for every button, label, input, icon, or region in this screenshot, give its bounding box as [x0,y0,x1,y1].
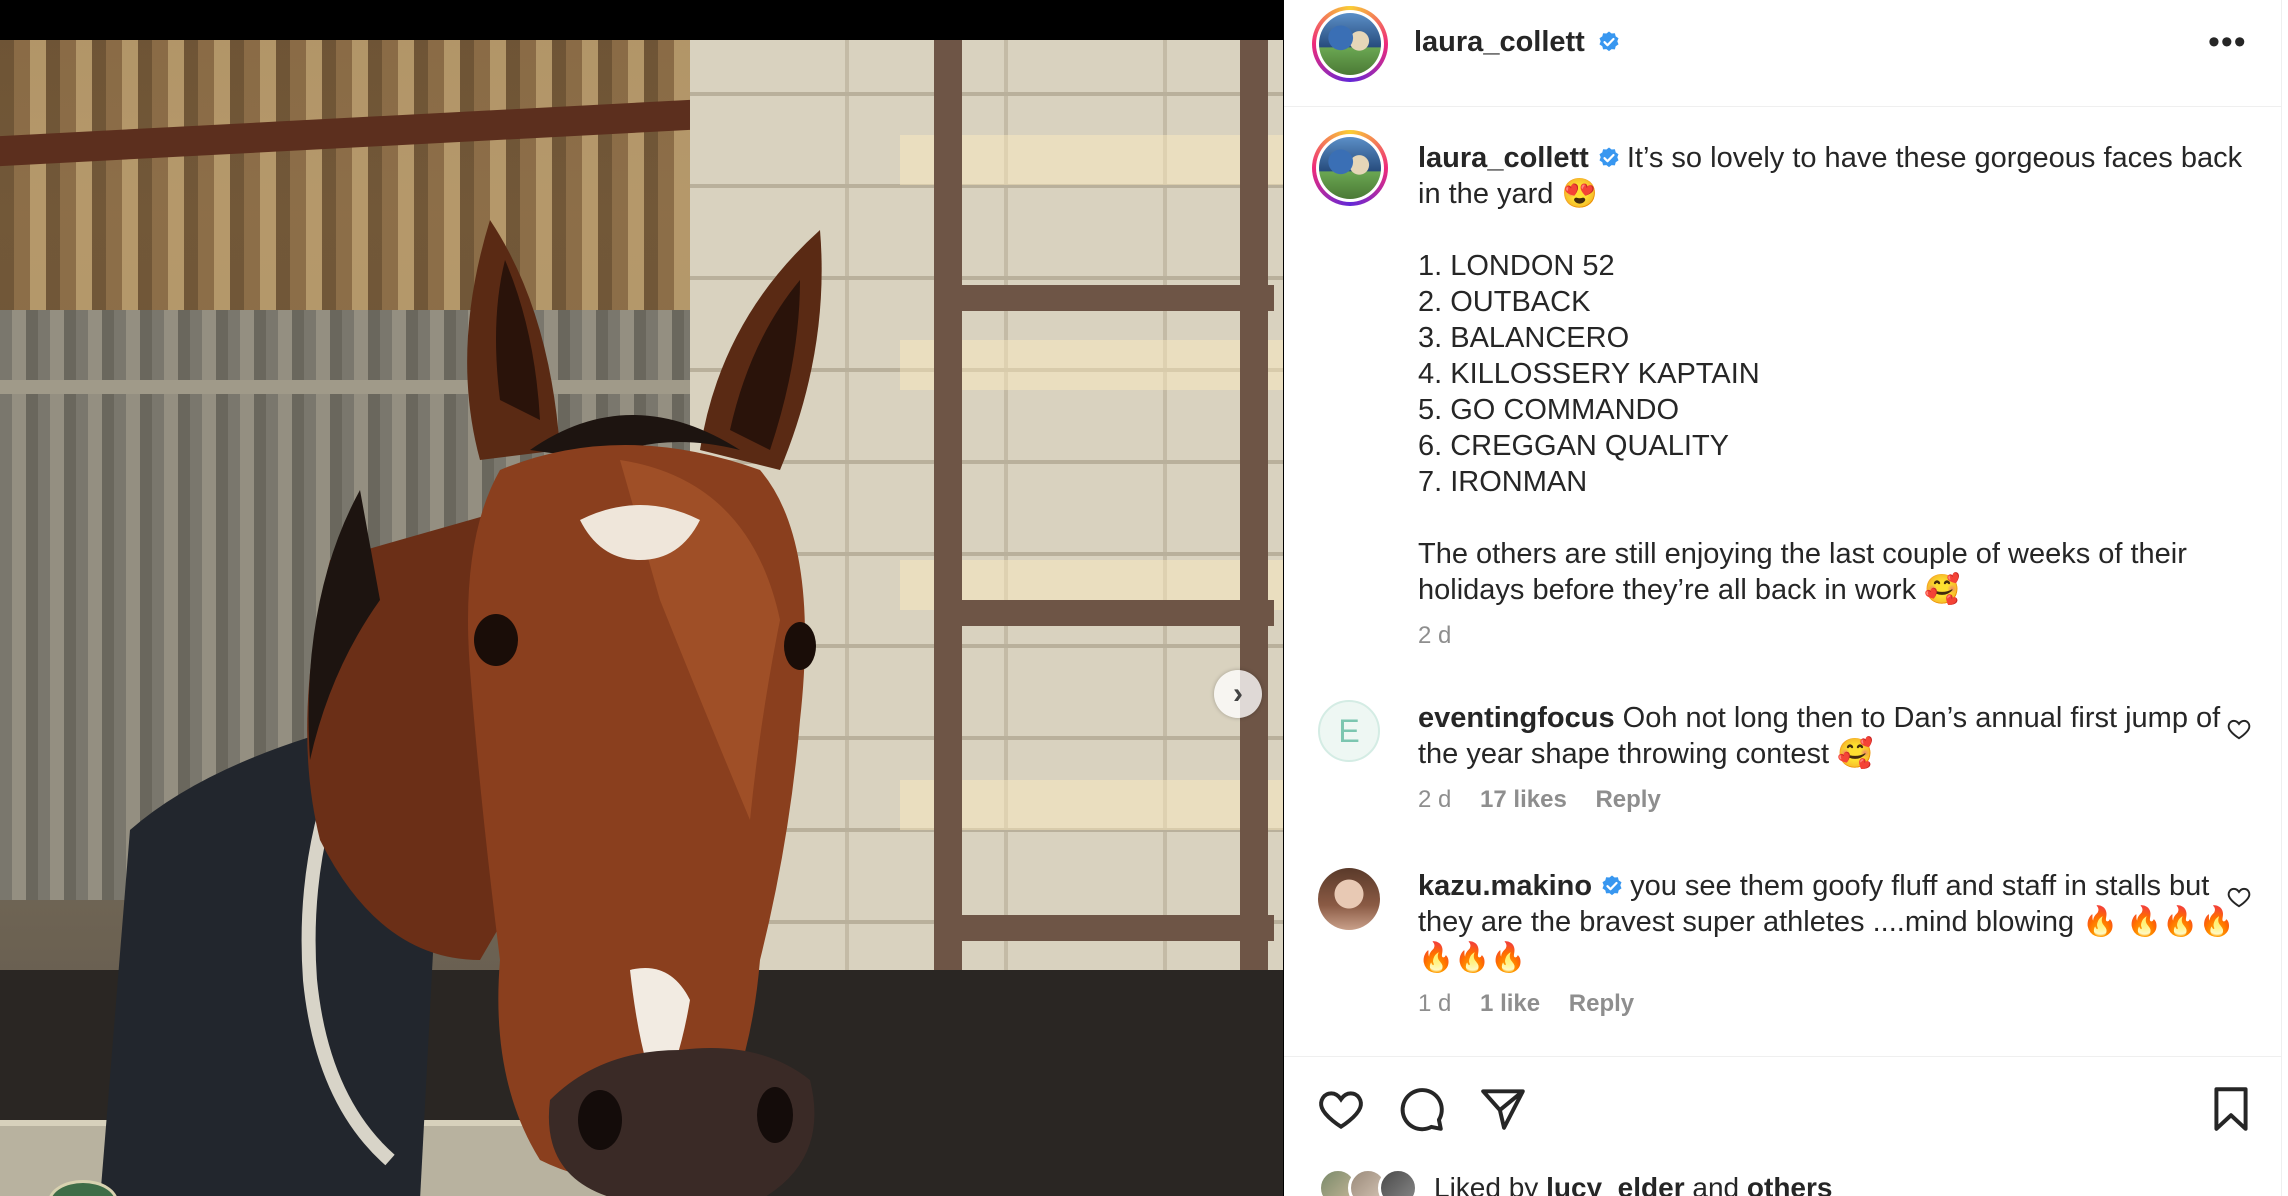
commenter-avatar[interactable] [1318,868,1380,930]
post-photo-horse-in-stable [0,40,1283,1196]
author-name-row: laura_collett [1414,26,1621,59]
bookmark-icon[interactable] [2206,1084,2256,1134]
liked-by-others-link[interactable]: others [1747,1172,1833,1196]
caption-list-item: 5. GO COMMANDO [1418,394,1680,426]
caption-timestamp[interactable]: 2 d [1418,622,2248,650]
comment-body: eventingfocus Ooh not long then to Dan’s… [1418,700,2248,772]
caption-list-item: 4. KILLOSSERY KAPTAIN [1418,358,1760,390]
comment-reply-button[interactable]: Reply [1569,990,1634,1017]
comment-bubble-icon[interactable] [1396,1084,1446,1134]
comment-username-link[interactable]: kazu.makino [1418,870,1592,902]
horse-nostril [757,1087,793,1143]
author-avatar[interactable] [1312,6,1388,82]
paper-plane-icon[interactable] [1478,1084,1528,1134]
caption-closing: The others are still enjoying the last c… [1418,538,2187,606]
caption-username-link[interactable]: laura_collett [1418,142,1589,174]
post-details-panel: laura_collett ••• laura_collett It’s so … [1284,0,2288,1196]
liked-by-user-link[interactable]: lucy_elder [1546,1172,1685,1196]
caption-list-item: 6. CREGGAN QUALITY [1418,430,1730,462]
comment-timestamp[interactable]: 1 d [1418,990,1451,1017]
liked-by-prefix: Liked by [1434,1172,1539,1196]
caption-horse-list: 1. LONDON 52 2. OUTBACK 3. BALANCERO 4. … [1418,248,2248,500]
comment-item: eventingfocus Ooh not long then to Dan’s… [1418,700,2248,814]
horse-eye-left [474,614,518,666]
horse-illustration [100,220,822,1196]
avatar-initial: E [1338,712,1360,749]
post-header: laura_collett ••• [1284,0,2281,107]
caption-list-item: 2. OUTBACK [1418,286,1591,318]
actions-divider [1284,1056,2281,1057]
comment-likes-count[interactable]: 1 like [1480,990,1540,1017]
liked-by-summary: Liked by lucy_elder and others [1434,1172,1832,1196]
caption-list-item: 7. IRONMAN [1418,466,1588,498]
comment-meta: 2 d 17 likes Reply [1418,786,2248,814]
ladder-rung [934,285,1274,311]
heart-icon[interactable] [2226,716,2252,742]
ladder-rung [934,600,1274,626]
window-edge [2281,0,2288,1196]
ladder-rung [934,915,1274,941]
verified-badge-icon [1599,147,1619,168]
verified-badge-icon [1599,31,1619,52]
horse-nostril [578,1090,622,1150]
comment-timestamp[interactable]: 2 d [1418,786,1451,813]
caption-list-item: 3. BALANCERO [1418,322,1630,354]
author-username-link[interactable]: laura_collett [1414,26,1585,58]
heart-icon[interactable] [2226,884,2252,910]
post-caption: laura_collett It’s so lovely to have the… [1418,140,2248,650]
chevron-right-icon: › [1233,677,1243,710]
commenter-avatar[interactable]: E [1318,700,1380,762]
verified-badge-icon [1602,875,1622,896]
liked-by-conjunction: and [1692,1172,1740,1196]
caption-author-avatar[interactable] [1312,130,1388,206]
comment-username-link[interactable]: eventingfocus [1418,702,1615,734]
comment-reply-button[interactable]: Reply [1595,786,1660,813]
caption-list-item: 1. LONDON 52 [1418,250,1615,282]
like-heart-icon[interactable] [1316,1084,1366,1134]
post-media-viewer: › [0,0,1283,1196]
comment-meta: 1 d 1 like Reply [1418,990,2248,1018]
comment-item: kazu.makino you see them goofy fluff and… [1418,868,2248,1018]
comment-likes-count[interactable]: 17 likes [1480,786,1567,813]
horse-eye-right [784,622,816,670]
next-photo-button[interactable]: › [1214,670,1262,718]
caption-lead: laura_collett It’s so lovely to have the… [1418,140,2248,212]
comment-body: kazu.makino you see them goofy fluff and… [1418,868,2248,976]
more-options-icon[interactable]: ••• [2208,25,2247,59]
